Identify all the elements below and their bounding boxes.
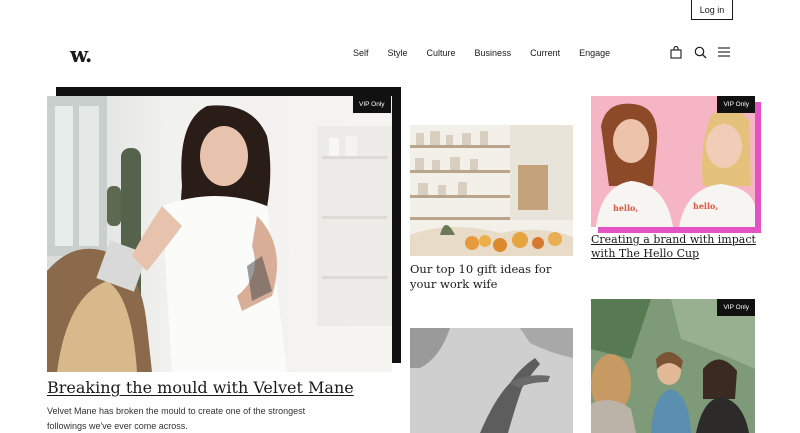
feature-description: Velvet Mane has broken the mould to crea… — [47, 406, 306, 431]
feature-image[interactable]: VIP Only — [47, 96, 392, 372]
site-logo[interactable]: w. — [70, 42, 92, 67]
nav-item-self[interactable]: Self — [353, 48, 369, 58]
hello-cup-image[interactable]: hello, hello, VIP Only — [591, 96, 755, 227]
header-icons — [669, 45, 731, 59]
gift-ideas-image[interactable] — [410, 125, 573, 256]
vip-badge: VIP Only — [353, 96, 391, 113]
group-meeting-image[interactable]: VIP Only — [591, 299, 755, 433]
nav-item-engage[interactable]: Engage — [579, 48, 610, 58]
main-nav: Self Style Culture Business Current Enga… — [353, 48, 629, 58]
menu-icon[interactable] — [717, 45, 731, 59]
bag-icon[interactable] — [669, 45, 683, 59]
nav-item-style[interactable]: Style — [388, 48, 408, 58]
search-icon[interactable] — [693, 45, 707, 59]
nav-item-culture[interactable]: Culture — [427, 48, 456, 58]
shirt-text-right: hello, — [693, 201, 718, 211]
feature-title-link[interactable]: Breaking the mould with Velvet Mane — [47, 378, 354, 397]
vip-badge-top: VIP Only — [717, 96, 755, 113]
nav-item-business[interactable]: Business — [475, 48, 512, 58]
vip-badge-bottom: VIP Only — [717, 299, 755, 316]
hello-cup-title-link[interactable]: Creating a brand with impact with The He… — [591, 233, 756, 261]
shadow-hand-image[interactable] — [410, 328, 573, 433]
gift-ideas-title-link[interactable]: Our top 10 gift ideas for your work wife — [410, 262, 580, 292]
login-button[interactable]: Log in — [691, 0, 733, 20]
shirt-text-left: hello, — [613, 203, 638, 213]
nav-item-current[interactable]: Current — [530, 48, 560, 58]
